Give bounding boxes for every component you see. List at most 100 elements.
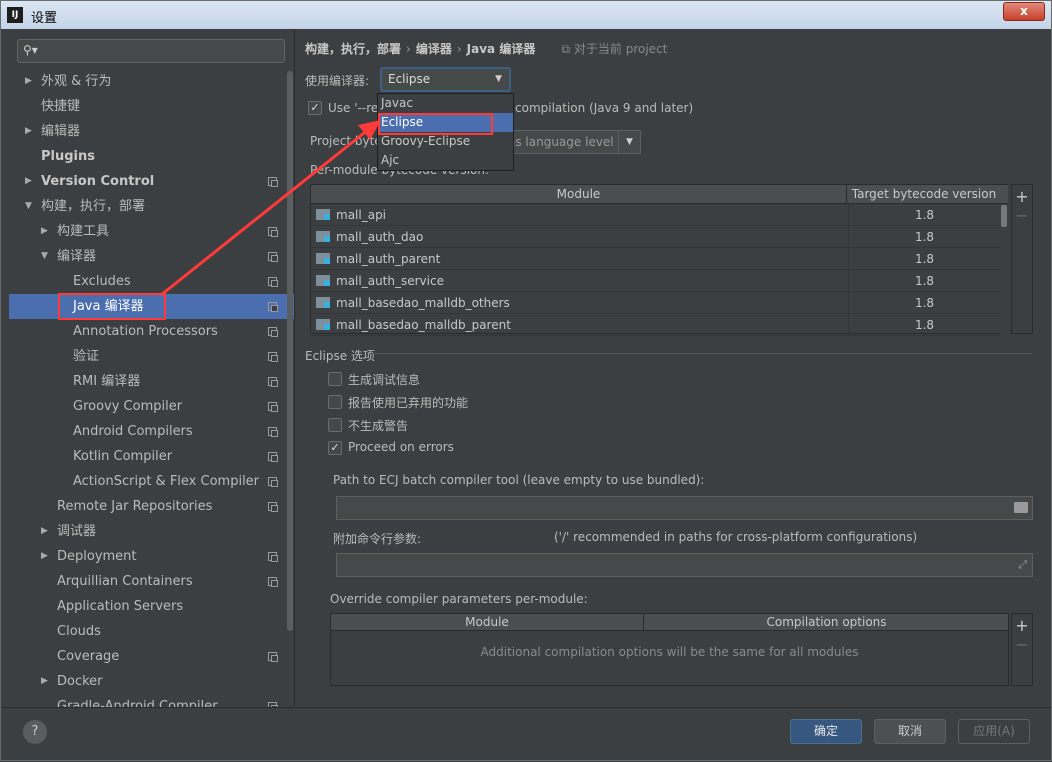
- project-scope-icon: [268, 427, 278, 437]
- sidebar-item[interactable]: ▼ 构建，执行，部署: [9, 194, 294, 219]
- dropdown-option[interactable]: Javac: [378, 94, 513, 113]
- table-row[interactable]: mall_basedao_malldb_parent 1.8: [311, 314, 1000, 336]
- chevron-right-icon[interactable]: ▶: [25, 69, 32, 94]
- remove-button[interactable]: −: [1012, 206, 1032, 225]
- column-header-options[interactable]: Compilation options: [645, 614, 1008, 631]
- override-label: Override compiler parameters per-module:: [330, 592, 588, 606]
- apply-button[interactable]: 应用(A): [958, 719, 1030, 744]
- option-checkbox[interactable]: [328, 395, 342, 409]
- module-folder-icon: [316, 319, 330, 330]
- dialog-footer: ? 确定 取消 应用(A): [1, 707, 1051, 760]
- expand-icon[interactable]: ⤢: [1018, 558, 1027, 572]
- option-label: 不生成警告: [348, 419, 409, 433]
- remove-button[interactable]: −: [1012, 635, 1032, 654]
- sidebar-item[interactable]: Excludes: [9, 269, 294, 294]
- chevron-right-icon[interactable]: ▶: [41, 544, 48, 569]
- sidebar-item[interactable]: Clouds: [9, 619, 294, 644]
- table-row[interactable]: mall_basedao_malldb_others 1.8: [311, 292, 1000, 314]
- sidebar-item[interactable]: Gradle-Android Compiler: [9, 694, 294, 707]
- sidebar-item-label: 构建工具: [57, 224, 110, 239]
- table-row[interactable]: mall_auth_parent 1.8: [311, 248, 1000, 270]
- module-target-version[interactable]: 1.8: [848, 226, 1000, 248]
- project-scope-icon: [268, 377, 278, 387]
- module-target-version[interactable]: 1.8: [848, 204, 1000, 226]
- module-target-version[interactable]: 1.8: [848, 292, 1000, 314]
- dropdown-option[interactable]: Ajc: [378, 151, 513, 170]
- project-scope-icon: [268, 502, 278, 512]
- args-field[interactable]: ⤢: [336, 553, 1033, 577]
- sidebar-item[interactable]: Android Compilers: [9, 419, 294, 444]
- project-scope-icon: [268, 177, 278, 187]
- sidebar-item[interactable]: Plugins: [9, 144, 294, 169]
- annotation-highlight-sidebar: [58, 293, 166, 320]
- add-button[interactable]: +: [1012, 616, 1032, 635]
- chevron-down-icon[interactable]: ▼: [25, 194, 32, 219]
- project-bytecode-select[interactable]: as language level ▼: [501, 130, 641, 154]
- sidebar-item[interactable]: Kotlin Compiler: [9, 444, 294, 469]
- sidebar-item-label: Groovy Compiler: [73, 399, 183, 414]
- sidebar-item[interactable]: ActionScript & Flex Compiler: [9, 469, 294, 494]
- search-input[interactable]: ⚲▾: [17, 39, 285, 63]
- chevron-right-icon[interactable]: ▶: [25, 119, 32, 144]
- sidebar-item[interactable]: ▶ 外观 & 行为: [9, 69, 294, 94]
- table-scrollbar[interactable]: [1000, 204, 1008, 334]
- column-header-target[interactable]: Target bytecode version: [848, 185, 1000, 203]
- module-target-version[interactable]: 1.8: [848, 270, 1000, 292]
- chevron-down-icon: ▼: [618, 131, 640, 153]
- chevron-down-icon[interactable]: ▼: [41, 244, 48, 269]
- cancel-button[interactable]: 取消: [874, 719, 946, 744]
- table-row[interactable]: mall_auth_dao 1.8: [311, 226, 1000, 248]
- sidebar-item[interactable]: ▶ 构建工具: [9, 219, 294, 244]
- sidebar-item[interactable]: Application Servers: [9, 594, 294, 619]
- project-scope-icon: [268, 352, 278, 362]
- module-target-version[interactable]: 1.8: [848, 314, 1000, 336]
- option-checkbox[interactable]: [328, 372, 342, 386]
- option-checkbox[interactable]: [328, 418, 342, 432]
- sidebar-item[interactable]: Coverage: [9, 644, 294, 669]
- table-row[interactable]: mall_api 1.8: [311, 204, 1000, 226]
- sidebar-item[interactable]: ▶ 调试器: [9, 519, 294, 544]
- sidebar-item[interactable]: 验证: [9, 344, 294, 369]
- table-row[interactable]: mall_auth_service 1.8: [311, 270, 1000, 292]
- sidebar-item-label: Version Control: [41, 174, 155, 189]
- module-folder-icon: [316, 253, 330, 264]
- settings-window: IJ 设置 x ⚲▾ ▶ 外观 & 行为 快捷键 ▶ 编辑器 Plugins ▶ Versio…: [0, 0, 1052, 761]
- module-name: mall_auth_service: [336, 274, 444, 288]
- sidebar-item[interactable]: Remote Jar Repositories: [9, 494, 294, 519]
- sidebar-item[interactable]: ▶ 编辑器: [9, 119, 294, 144]
- sidebar-item[interactable]: Arquillian Containers: [9, 569, 294, 594]
- compiler-select[interactable]: Eclipse ▼: [380, 67, 511, 92]
- empty-table-text: Additional compilation options will be t…: [480, 645, 859, 659]
- column-header-module[interactable]: Module: [331, 614, 644, 631]
- sidebar-item[interactable]: 快捷键: [9, 94, 294, 119]
- sidebar-item[interactable]: ▼ 编译器: [9, 244, 294, 269]
- module-name: mall_auth_dao: [336, 230, 424, 244]
- column-header-module[interactable]: Module: [311, 185, 847, 203]
- release-option-checkbox[interactable]: ✓: [308, 101, 322, 115]
- chevron-right-icon[interactable]: ▶: [41, 219, 48, 244]
- window-close-button[interactable]: x: [1003, 2, 1045, 21]
- chevron-right-icon[interactable]: ▶: [41, 519, 48, 544]
- add-button[interactable]: +: [1012, 187, 1032, 206]
- sidebar-item[interactable]: Annotation Processors: [9, 319, 294, 344]
- sidebar-item[interactable]: Groovy Compiler: [9, 394, 294, 419]
- breadcrumb-item: Java 编译器: [466, 42, 536, 56]
- sidebar-item[interactable]: ▶ Deployment: [9, 544, 294, 569]
- sidebar-scrollbar[interactable]: [287, 71, 293, 631]
- settings-tree: ▶ 外观 & 行为 快捷键 ▶ 编辑器 Plugins ▶ Version Control ▼ 构…: [9, 69, 294, 707]
- chevron-right-icon[interactable]: ▶: [25, 169, 32, 194]
- ecj-path-field[interactable]: [336, 496, 1033, 520]
- option-checkbox[interactable]: ✓: [328, 441, 342, 455]
- sidebar-item[interactable]: ▶ Docker: [9, 669, 294, 694]
- sidebar-item[interactable]: RMI 编译器: [9, 369, 294, 394]
- breadcrumb-separator: ›: [456, 42, 462, 56]
- folder-icon[interactable]: [1014, 502, 1028, 513]
- module-folder-icon: [316, 209, 330, 220]
- module-target-version[interactable]: 1.8: [848, 248, 1000, 270]
- help-button[interactable]: ?: [23, 720, 47, 744]
- ok-button[interactable]: 确定: [790, 719, 862, 744]
- sidebar-item[interactable]: ▶ Version Control: [9, 169, 294, 194]
- option-label: 生成调试信息: [348, 373, 421, 387]
- sidebar-item-label: 验证: [73, 349, 100, 364]
- chevron-right-icon[interactable]: ▶: [41, 669, 48, 694]
